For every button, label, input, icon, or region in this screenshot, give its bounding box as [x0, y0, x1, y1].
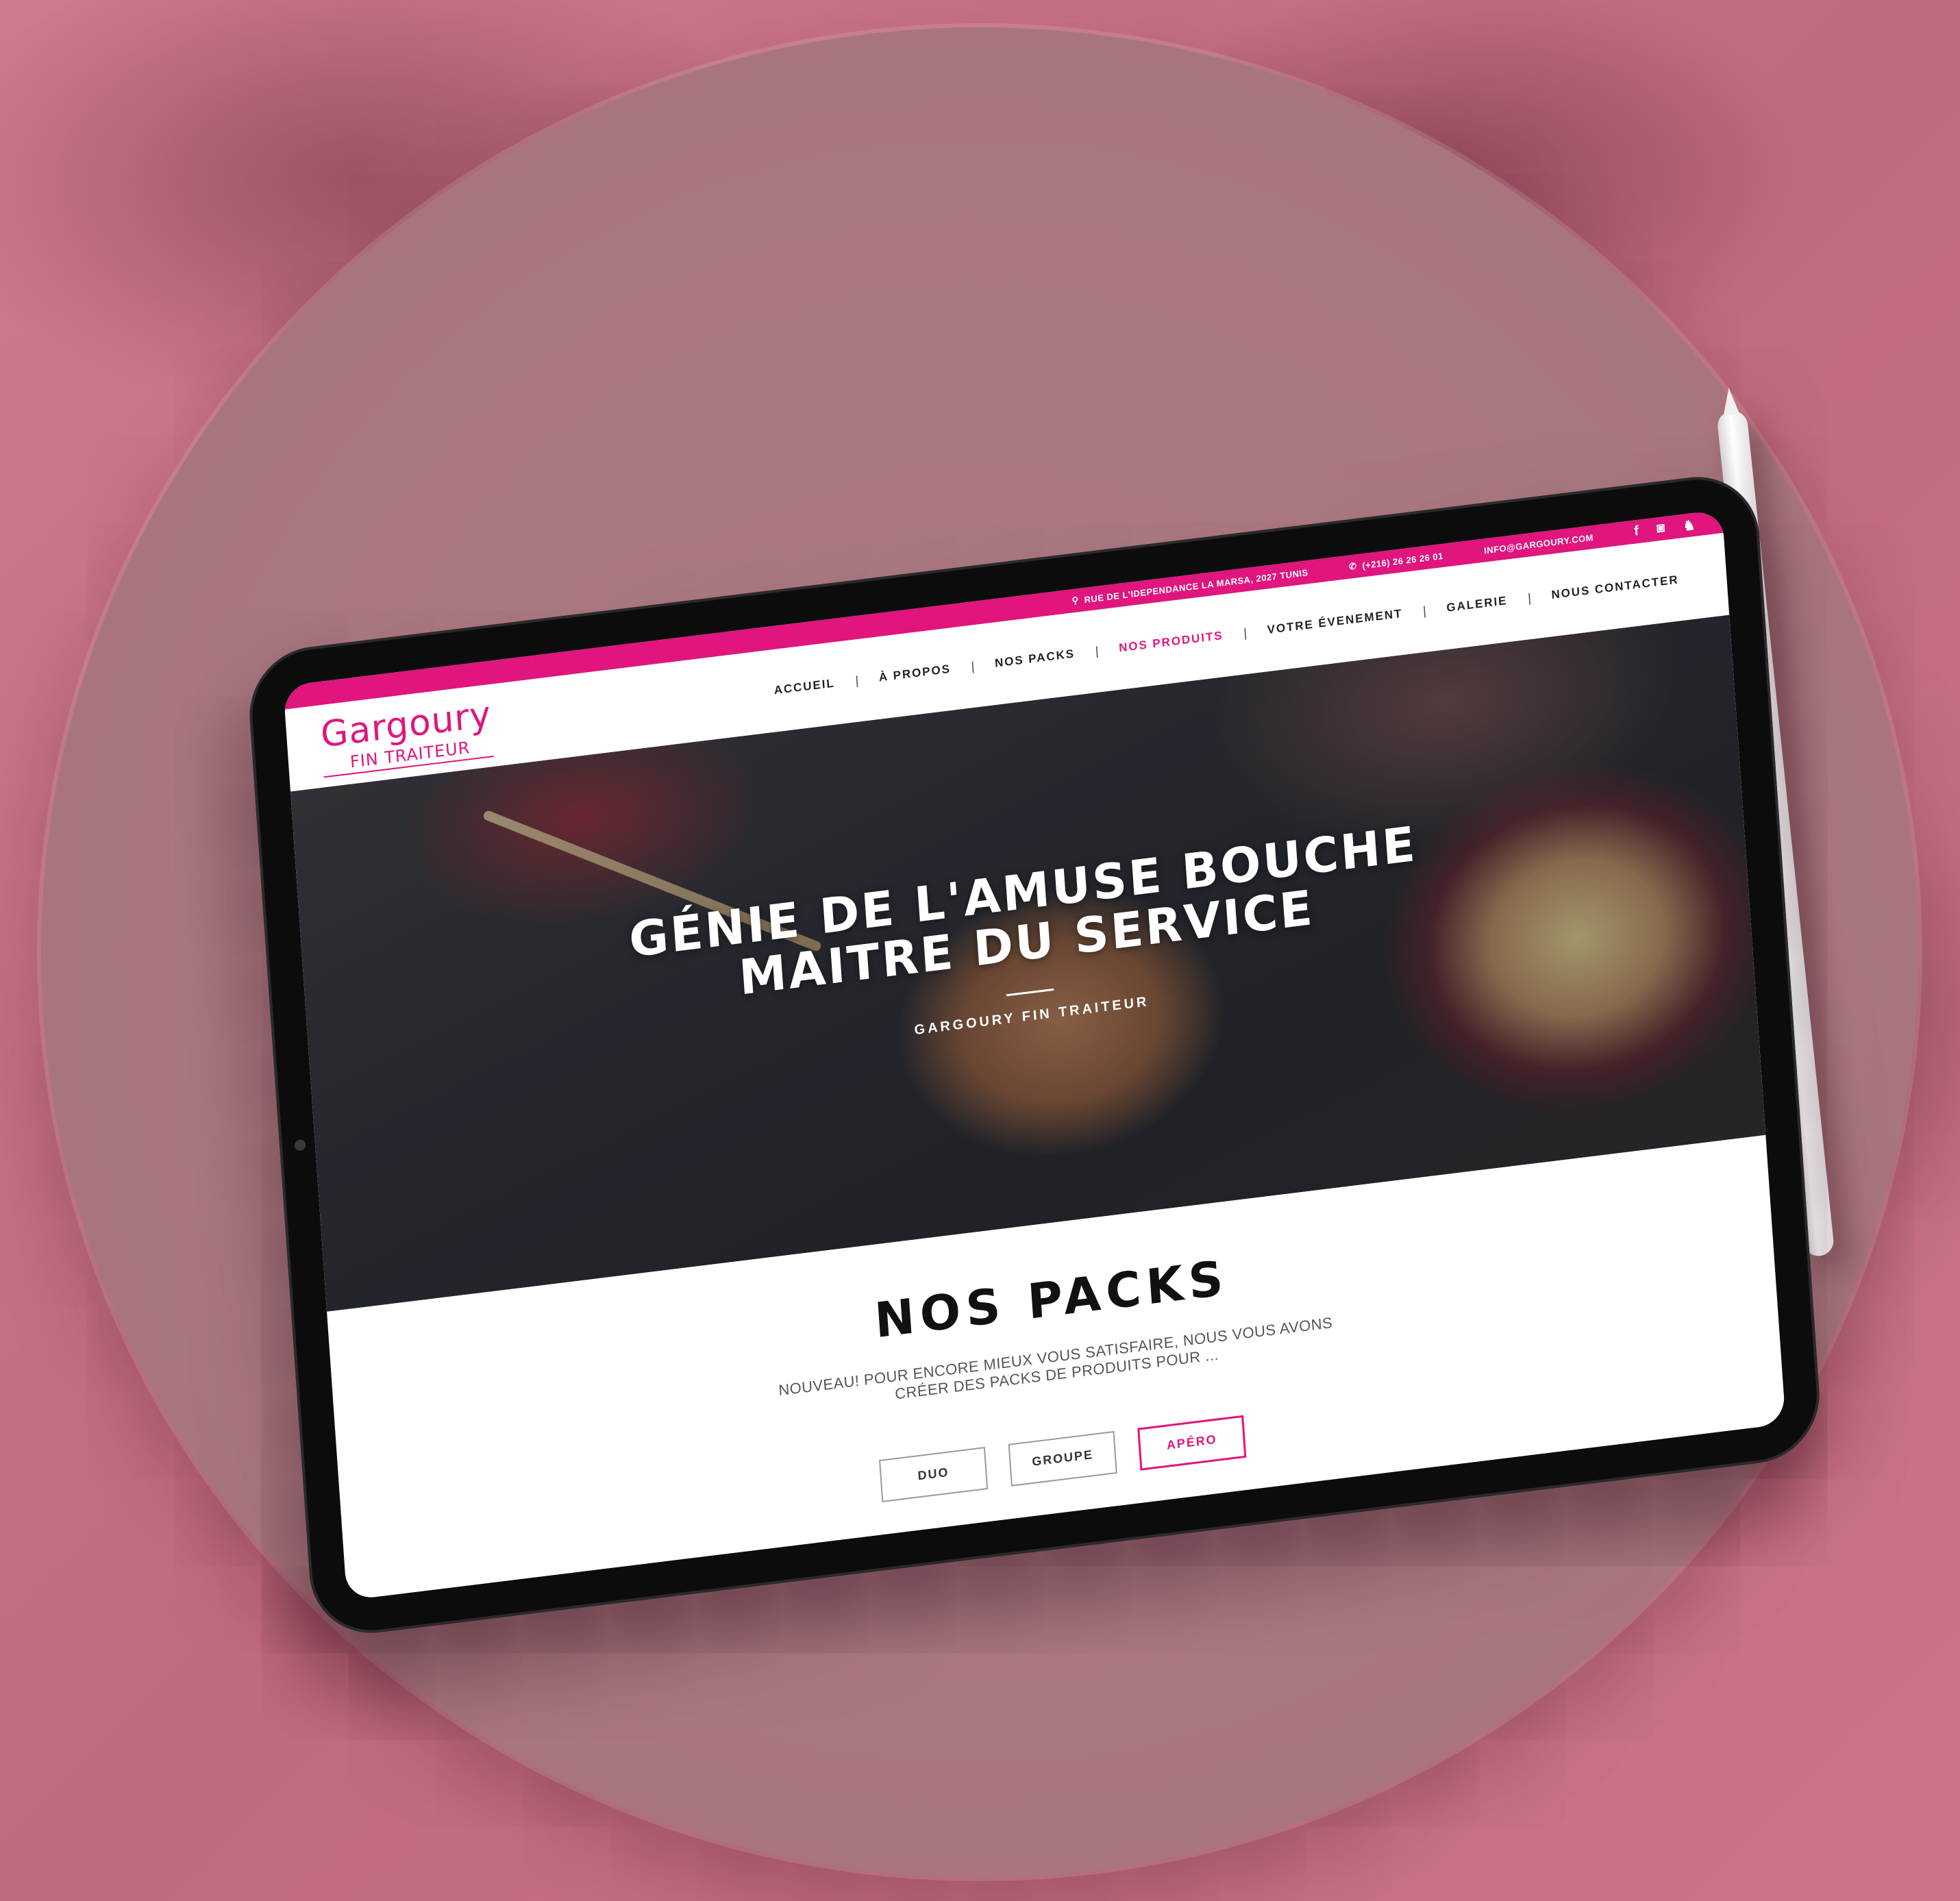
tablet-device: ⚲ RUE DE L'IDEPENDANCE LA MARSA, 2027 TU…	[245, 469, 1824, 1641]
snapchat-icon[interactable]: ♞	[1683, 516, 1696, 534]
camera-icon	[294, 1139, 306, 1152]
location-pin-icon: ⚲	[1071, 595, 1080, 606]
nav-item-nous-contacter[interactable]: NOUS CONTACTER	[1530, 571, 1700, 605]
hero-divider	[1006, 988, 1054, 997]
phone-text[interactable]: (+216) 26 26 26 01	[1362, 550, 1443, 571]
tab-duo[interactable]: DUO	[879, 1446, 989, 1502]
instagram-icon[interactable]: ◙	[1656, 520, 1665, 538]
nav-item-votre-evenement[interactable]: VOTRE ÉVENEMENT	[1246, 604, 1424, 640]
nav-item-nos-produits[interactable]: NOS PRODUITS	[1098, 626, 1244, 658]
nav-item-nos-packs[interactable]: NOS PACKS	[974, 645, 1096, 673]
tablet-screen: ⚲ RUE DE L'IDEPENDANCE LA MARSA, 2027 TU…	[283, 509, 1786, 1601]
nav-item-a-propos[interactable]: À PROPOS	[858, 660, 971, 687]
tab-groupe[interactable]: GROUPE	[1008, 1430, 1117, 1487]
phone-icon: ✆	[1348, 560, 1357, 572]
nav-item-accueil[interactable]: ACCUEIL	[753, 674, 856, 700]
nav-item-galerie[interactable]: GALERIE	[1426, 591, 1528, 617]
tab-apero[interactable]: APÉRO	[1137, 1415, 1247, 1471]
facebook-icon[interactable]: f	[1634, 523, 1640, 541]
